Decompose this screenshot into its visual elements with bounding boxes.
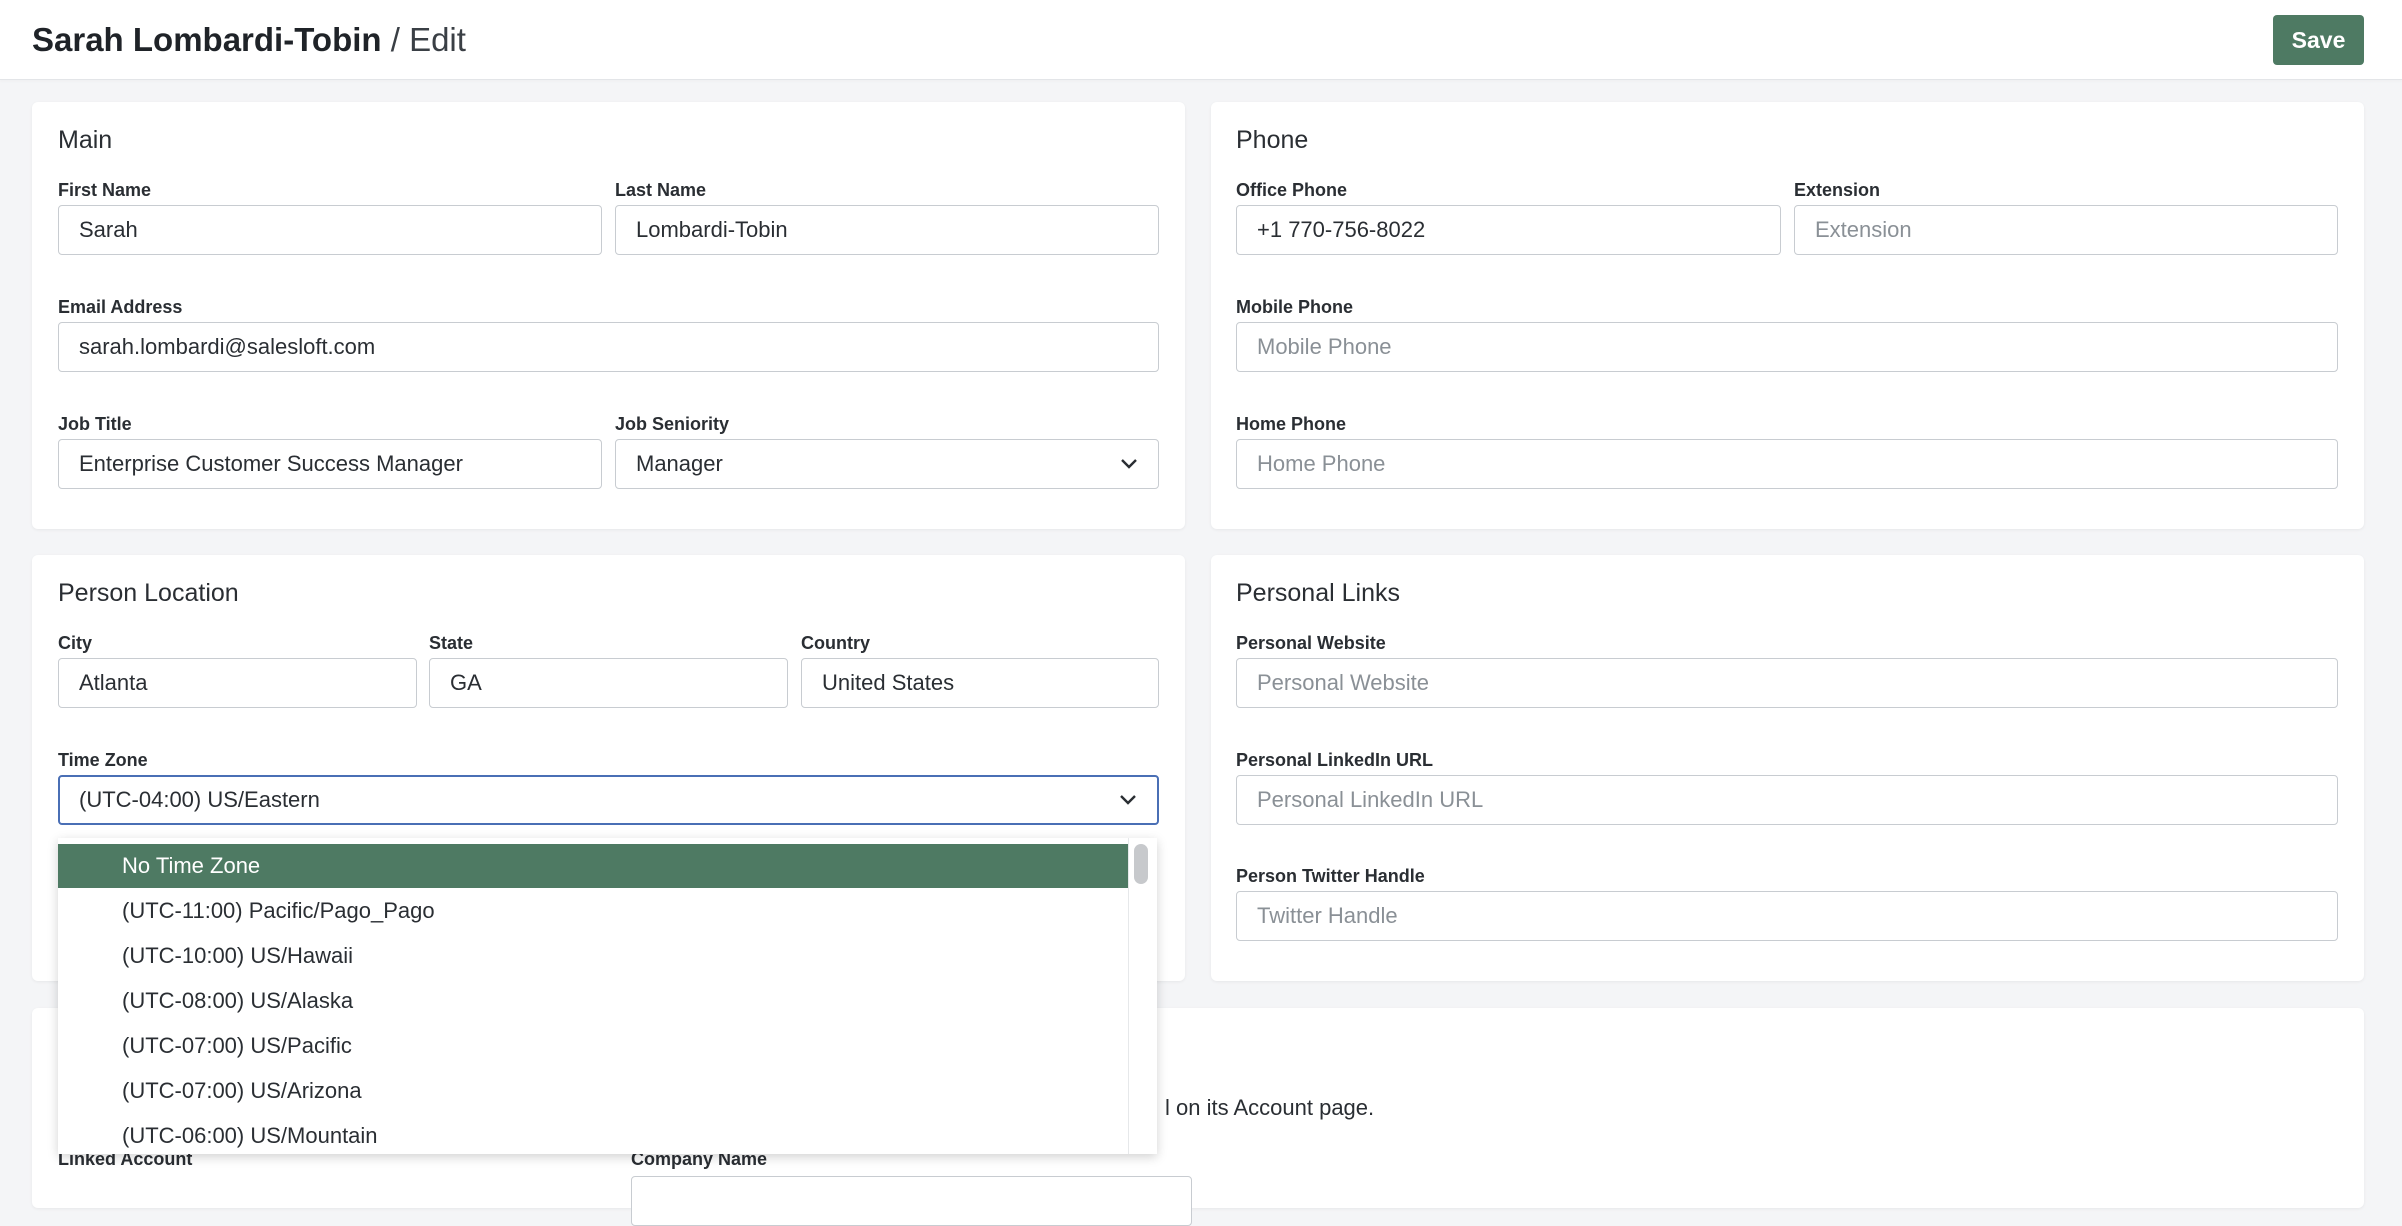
company-name-input[interactable] [631, 1176, 1192, 1226]
chevron-down-icon [1121, 459, 1137, 469]
main-card-title: Main [58, 126, 113, 154]
dropdown-scrollbar-thumb[interactable] [1134, 844, 1148, 884]
time-zone-dropdown: No Time Zone (UTC-11:00) Pacific/Pago_Pa… [58, 838, 1157, 1154]
person-location-title: Person Location [58, 579, 239, 607]
chevron-down-icon [1120, 795, 1136, 805]
home-phone-input[interactable]: Home Phone [1236, 439, 2338, 489]
dropdown-scrollbar-track[interactable] [1128, 838, 1157, 1154]
state-input[interactable]: GA [429, 658, 788, 708]
save-button[interactable]: Save [2273, 15, 2364, 65]
time-zone-option[interactable]: No Time Zone [58, 844, 1128, 888]
account-help-text: l on its Account page. [1165, 1095, 1375, 1120]
personal-website-input[interactable]: Personal Website [1236, 658, 2338, 708]
time-zone-option[interactable]: (UTC-07:00) US/Pacific [58, 1024, 1128, 1068]
time-zone-option[interactable]: (UTC-10:00) US/Hawaii [58, 934, 1128, 978]
last-name-input[interactable]: Lombardi-Tobin [615, 205, 1159, 255]
time-zone-value: (UTC-04:00) US/Eastern [79, 787, 320, 812]
job-seniority-label: Job Seniority [615, 414, 730, 434]
job-seniority-select[interactable]: Manager [615, 439, 1159, 489]
office-phone-input[interactable]: +1 770-756-8022 [1236, 205, 1781, 255]
email-label: Email Address [58, 297, 183, 317]
linkedin-url-label: Personal LinkedIn URL [1236, 750, 1434, 770]
job-title-label: Job Title [58, 414, 132, 434]
office-phone-label: Office Phone [1236, 180, 1348, 200]
city-input[interactable]: Atlanta [58, 658, 417, 708]
phone-card: Phone Office Phone +1 770-756-8022 Exten… [1211, 102, 2364, 529]
email-input[interactable]: sarah.lombardi@salesloft.com [58, 322, 1159, 372]
home-phone-label: Home Phone [1236, 414, 1347, 434]
page-header: Sarah Lombardi-Tobin / Edit Save [0, 0, 2402, 80]
time-zone-option[interactable]: (UTC-07:00) US/Arizona [58, 1069, 1128, 1113]
twitter-handle-label: Person Twitter Handle [1236, 866, 1425, 886]
job-title-input[interactable]: Enterprise Customer Success Manager [58, 439, 602, 489]
time-zone-option[interactable]: (UTC-06:00) US/Mountain [58, 1114, 1128, 1154]
personal-links-title: Personal Links [1236, 579, 1400, 607]
last-name-label: Last Name [615, 180, 707, 200]
country-input[interactable]: United States [801, 658, 1159, 708]
edit-breadcrumb: / Edit [381, 21, 466, 58]
state-label: State [429, 633, 474, 653]
job-seniority-value: Manager [636, 451, 723, 476]
person-name: Sarah Lombardi-Tobin [32, 21, 382, 58]
time-zone-label: Time Zone [58, 750, 148, 770]
extension-input[interactable]: Extension [1794, 205, 2338, 255]
personal-website-label: Personal Website [1236, 633, 1386, 653]
city-label: City [58, 633, 93, 653]
time-zone-option[interactable]: (UTC-08:00) US/Alaska [58, 979, 1128, 1023]
personal-links-card: Personal Links Personal Website Personal… [1211, 555, 2364, 981]
twitter-handle-input[interactable]: Twitter Handle [1236, 891, 2338, 941]
main-card: Main First Name Sarah Last Name Lombardi… [32, 102, 1185, 529]
time-zone-select[interactable]: (UTC-04:00) US/Eastern [58, 775, 1159, 825]
time-zone-option[interactable]: (UTC-11:00) Pacific/Pago_Pago [58, 889, 1128, 933]
first-name-input[interactable]: Sarah [58, 205, 602, 255]
linkedin-url-input[interactable]: Personal LinkedIn URL [1236, 775, 2338, 825]
extension-label: Extension [1794, 180, 1881, 200]
page-title: Sarah Lombardi-Tobin / Edit [32, 18, 466, 62]
mobile-phone-label: Mobile Phone [1236, 297, 1353, 317]
first-name-label: First Name [58, 180, 152, 200]
mobile-phone-input[interactable]: Mobile Phone [1236, 322, 2338, 372]
phone-card-title: Phone [1236, 126, 1309, 154]
country-label: Country [801, 633, 870, 653]
